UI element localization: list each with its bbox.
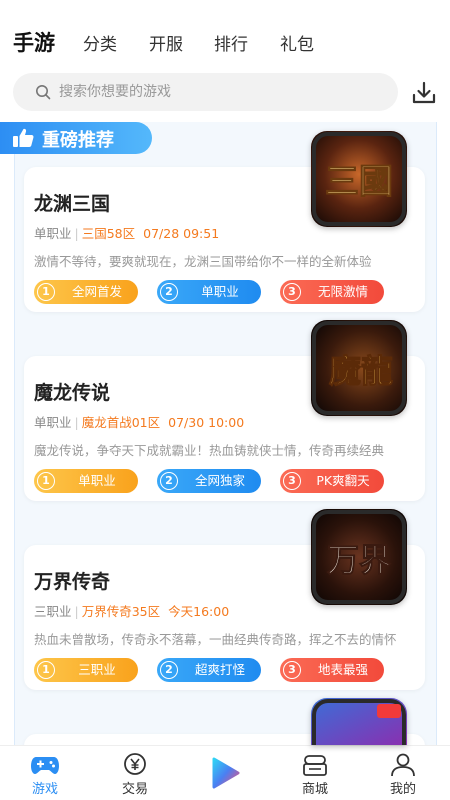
game-tag: 1 单职业: [34, 469, 138, 493]
game-meta: 单职业 | 魔龙首战01区 07/30 10:00: [34, 415, 245, 430]
game-type: 单职业: [34, 415, 72, 430]
game-server: 魔龙首战01区: [81, 415, 161, 430]
game-cover-molong[interactable]: 魔龍: [311, 320, 407, 416]
game-tag: 2 超爽打怪: [157, 658, 261, 682]
download-icon[interactable]: [411, 80, 437, 106]
tab-category[interactable]: 分类: [83, 30, 117, 55]
nav-center-play[interactable]: [195, 746, 255, 800]
game-open-time: 07/28 09:51: [143, 226, 220, 241]
trade-yen-icon: [124, 753, 146, 775]
active-tab-indicator: [13, 57, 58, 62]
game-type: 单职业: [34, 226, 72, 241]
svg-text:万界: 万界: [327, 541, 391, 579]
tab-server-open[interactable]: 开服: [149, 30, 183, 55]
nav-label: 我的: [389, 782, 416, 797]
game-cover-partial[interactable]: [311, 698, 407, 745]
gamepad-icon: [31, 757, 59, 774]
svg-text:魔龍: 魔龍: [329, 352, 393, 390]
game-open-time: 今天16:00: [168, 604, 230, 619]
game-description: 魔龙传说，争夺天下成就霸业！热血铸就侠士情，传奇再续经典: [34, 443, 385, 458]
nav-profile[interactable]: 我的: [373, 746, 433, 800]
game-description: 激情不等待，要爽就现在，龙渊三国带给你不一样的全新体验: [34, 254, 372, 269]
game-cover-longyuan[interactable]: 三國: [311, 131, 407, 227]
game-tag: 3 无限激情: [280, 280, 384, 304]
play-logo-icon: [212, 757, 240, 789]
game-server: 万界传奇35区: [81, 604, 161, 619]
game-tag: 1 三职业: [34, 658, 138, 682]
nav-store[interactable]: 商城: [285, 746, 345, 800]
game-tag: 3 地表最强: [280, 658, 384, 682]
nav-trade[interactable]: 交易: [105, 746, 165, 800]
search-icon: [36, 85, 51, 100]
game-title: 龙渊三国: [34, 193, 111, 215]
bottom-nav: 游戏 交易 商城 我的: [0, 745, 450, 800]
nav-label: 商城: [301, 782, 328, 797]
game-tag: 3 PK爽翻天: [280, 469, 384, 493]
nav-games[interactable]: 游戏: [15, 746, 75, 800]
svg-text:三國: 三國: [325, 162, 393, 202]
game-tag: 2 全网独家: [157, 469, 261, 493]
game-tag: 1 全网首发: [34, 280, 138, 304]
search-bar[interactable]: [13, 73, 398, 111]
search-input[interactable]: [59, 73, 379, 111]
section-title: 重磅推荐: [42, 130, 114, 151]
game-server: 三国58区: [81, 226, 136, 241]
section-header: 重磅推荐: [0, 122, 152, 154]
game-tag: 2 单职业: [157, 280, 261, 304]
nav-label: 交易: [121, 782, 148, 797]
game-title: 万界传奇: [34, 571, 111, 593]
tab-mobile-games[interactable]: 手游: [13, 27, 55, 57]
profile-icon: [391, 753, 415, 777]
store-icon: [303, 755, 327, 776]
game-open-time: 07/30 10:00: [168, 415, 245, 430]
game-cover-wanjie[interactable]: 万界: [311, 509, 407, 605]
thumbs-up-icon: [13, 128, 34, 147]
game-type: 三职业: [34, 604, 72, 619]
game-meta: 三职业 | 万界传奇35区 今天16:00: [34, 604, 230, 619]
game-title: 魔龙传说: [34, 382, 111, 404]
game-description: 热血未曾散场，传奇永不落幕，一曲经典传奇路，挥之不去的情怀: [34, 632, 397, 647]
tab-gift-pack[interactable]: 礼包: [280, 30, 314, 55]
game-meta: 单职业 | 三国58区 07/28 09:51: [34, 226, 220, 241]
top-tabs: 手游 分类 开服 排行 礼包: [0, 30, 450, 70]
nav-label: 游戏: [31, 782, 58, 797]
tab-ranking[interactable]: 排行: [214, 30, 248, 55]
